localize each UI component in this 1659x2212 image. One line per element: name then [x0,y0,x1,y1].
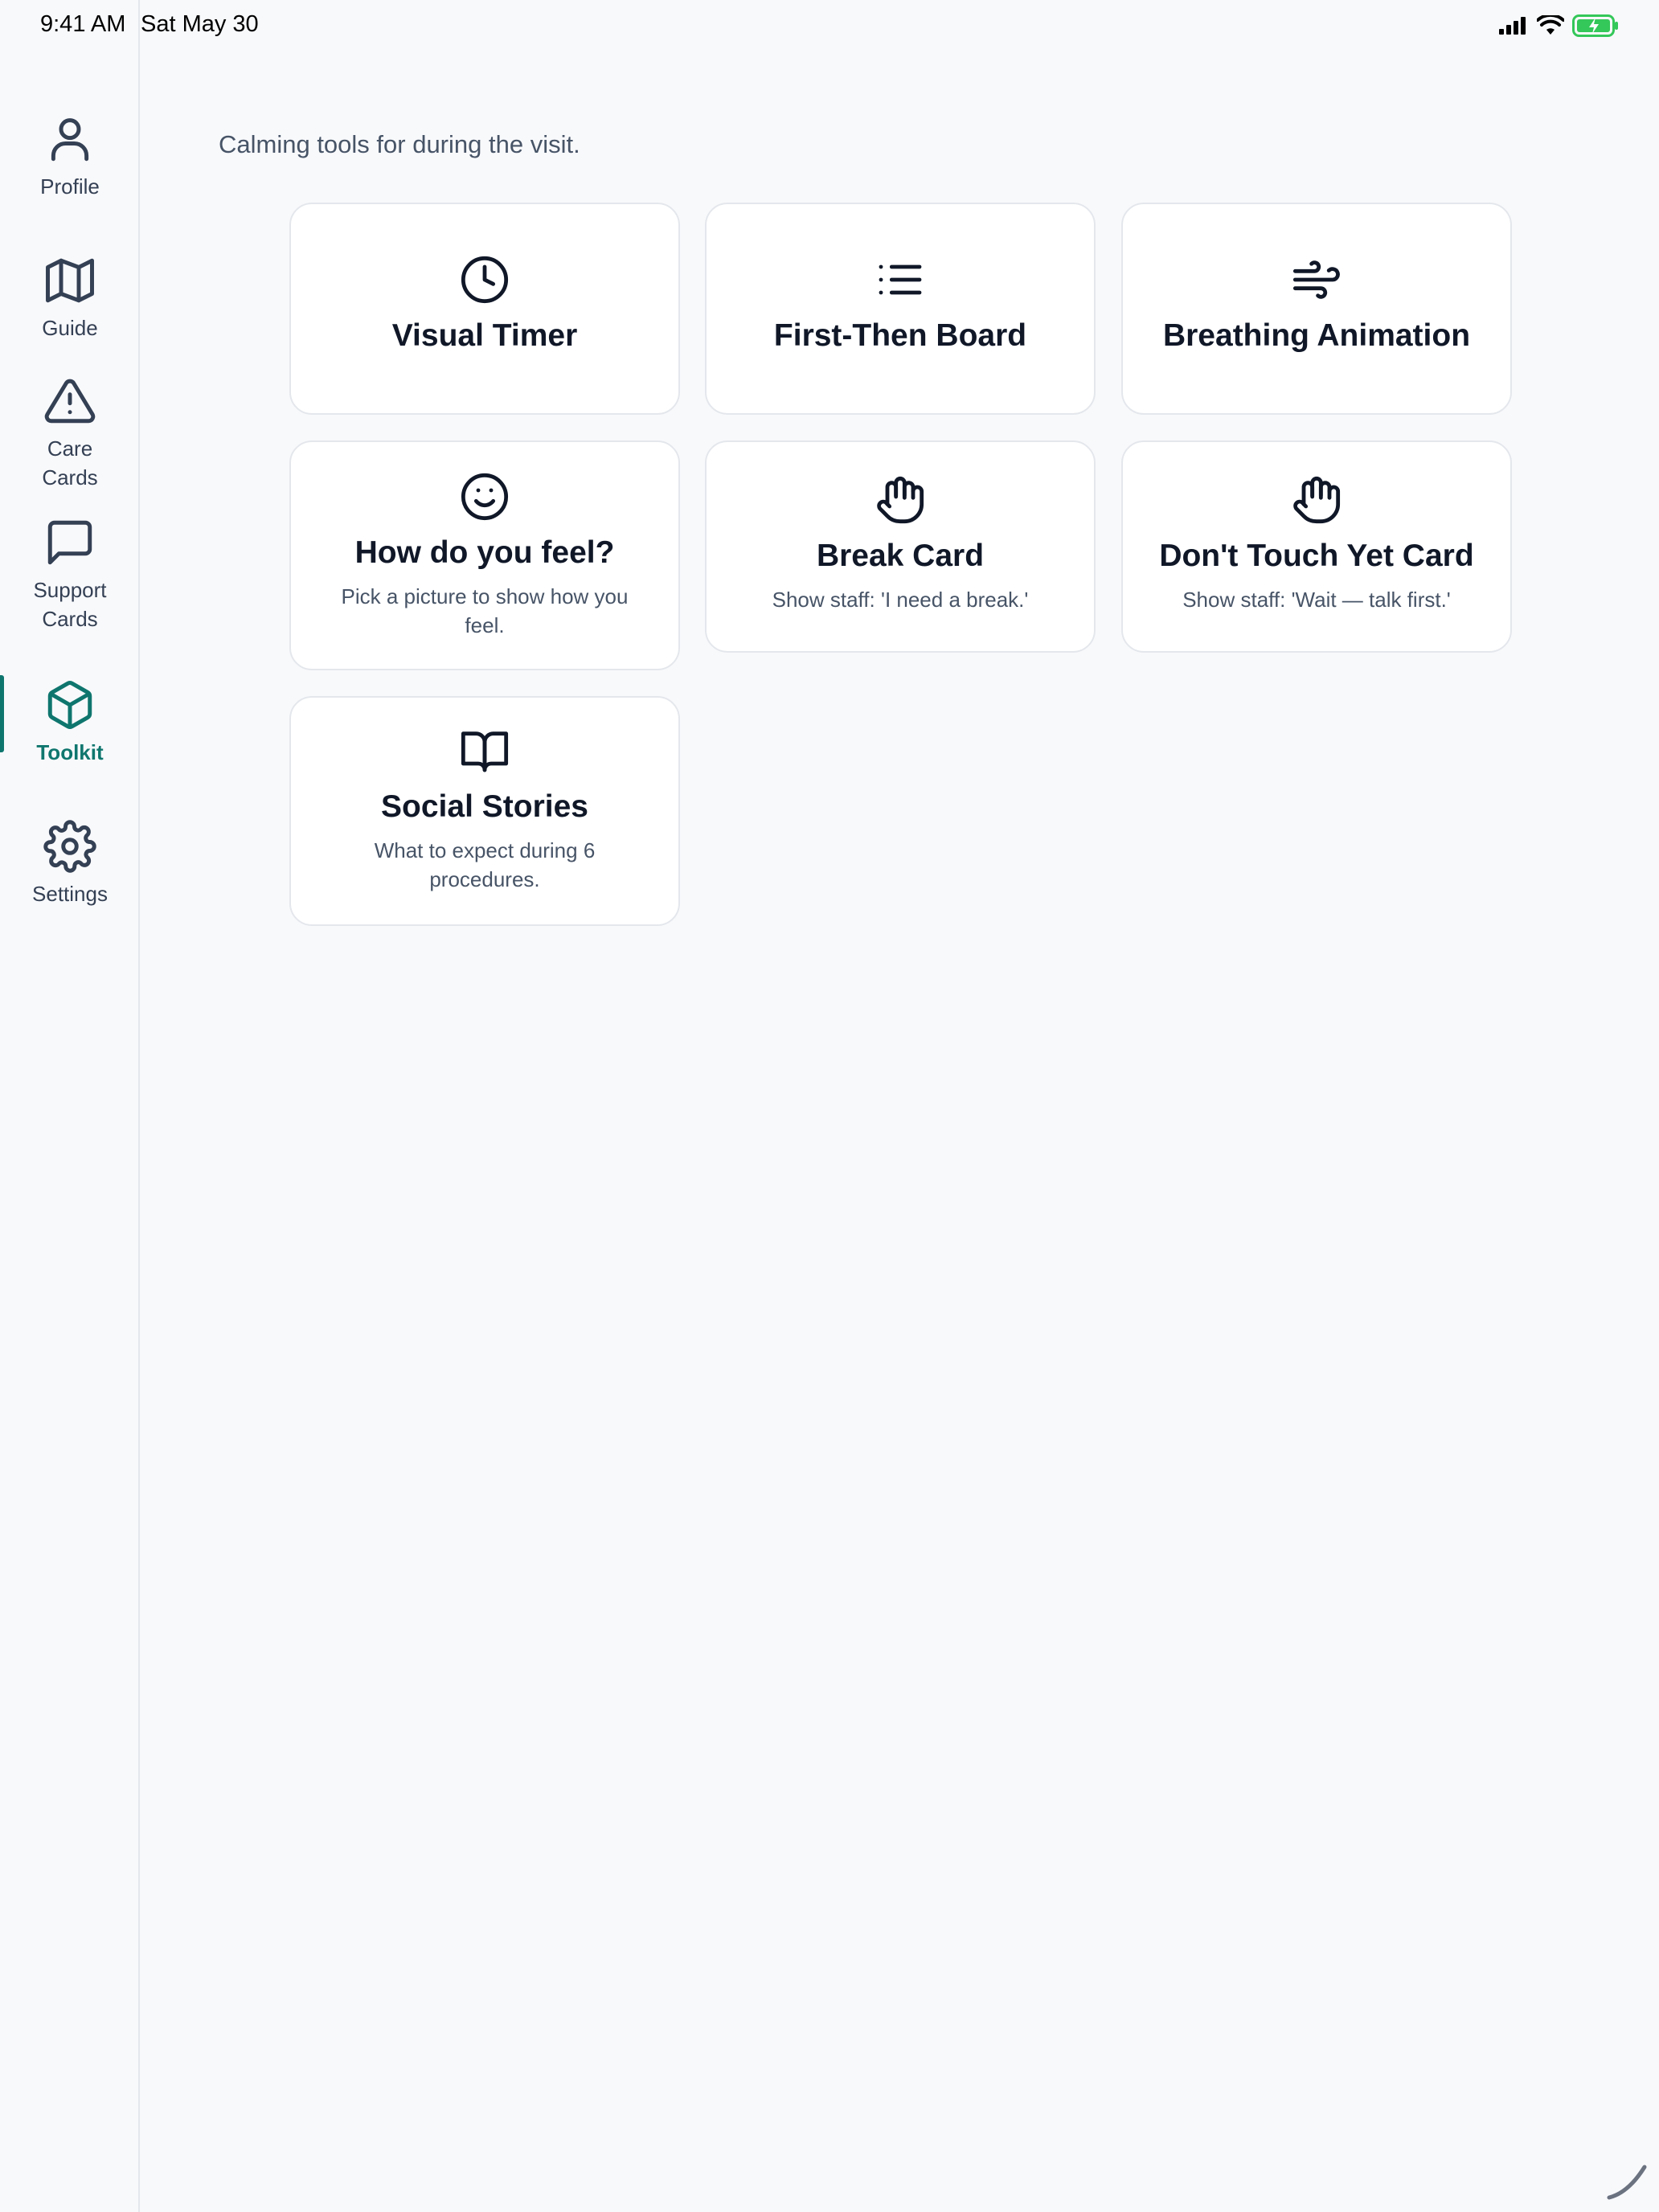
smile-icon [461,473,509,521]
sidebar-item-support-cards[interactable]: Support Cards [0,516,140,633]
card-title: Social Stories [381,789,588,824]
box-icon [47,681,92,729]
tool-card-social-stories[interactable]: Social Stories What to expect during 6 p… [289,696,680,926]
cellular-signal-icon [1499,17,1526,35]
gear-icon [43,820,96,873]
tool-card-first-then-board[interactable]: First-Then Board [705,203,1096,415]
tool-card-visual-timer[interactable]: Visual Timer [289,203,680,415]
clock-icon [461,256,509,304]
page-subtitle: Calming tools for during the visit. [219,130,580,158]
battery-charging-icon [1572,14,1618,37]
card-title: How do you feel? [354,535,615,570]
card-description: Show staff: 'I need a break.' [772,588,1029,612]
card-title: Breathing Animation [1162,318,1471,353]
sidebar-item-toolkit[interactable]: Toolkit [0,678,140,767]
hand-icon [1293,477,1341,524]
sidebar-item-care-cards[interactable]: Care Cards [0,375,140,492]
card-description: What to expect during 6 procedures. [374,838,596,891]
wifi-icon [1537,15,1564,35]
sidebar: Profile Guide Care Cards Support Cards T… [0,0,140,2212]
tool-card-breathing-animation[interactable]: Breathing Animation [1121,203,1512,415]
sidebar-item-label: Support Cards [33,578,107,631]
sidebar-item-guide[interactable]: Guide [0,254,140,342]
sidebar-item-label: Toolkit [36,740,104,764]
status-icons [1498,14,1619,37]
tool-card-dont-touch-yet[interactable]: Don't Touch Yet Card Show staff: 'Wait —… [1121,440,1512,653]
card-title: Don't Touch Yet Card [1159,539,1474,573]
status-bar: 9:41 AM Sat May 30 [0,0,1659,51]
tool-card-break-card[interactable]: Break Card Show staff: 'I need a break.' [705,440,1096,653]
card-title: First-Then Board [773,318,1027,353]
map-icon [46,258,94,303]
alert-triangle-icon [44,379,96,424]
card-title: Break Card [816,539,985,573]
card-description: Show staff: 'Wait — talk first.' [1182,588,1451,612]
sidebar-item-label: Settings [32,882,108,906]
sidebar-item-label: Guide [42,316,98,340]
card-description: Pick a picture to show how you feel. [341,584,629,637]
sidebar-item-label: Profile [40,174,100,199]
card-title: Visual Timer [391,318,578,353]
hand-icon [877,477,924,524]
status-date: Sat May 30 [141,11,259,37]
sidebar-item-profile[interactable]: Profile [0,113,140,201]
wind-icon [1292,260,1340,299]
sidebar-item-label: Care Cards [42,436,98,490]
book-open-icon [461,731,509,772]
sidebar-item-settings[interactable]: Settings [0,820,140,908]
pencil-hover-indicator-icon [1607,2165,1647,2200]
list-icon [879,264,922,295]
tool-card-how-do-you-feel[interactable]: How do you feel? Pick a picture to show … [289,440,680,670]
status-time: 9:41 AM [40,11,126,37]
user-icon [51,118,89,162]
message-square-icon [47,520,92,565]
